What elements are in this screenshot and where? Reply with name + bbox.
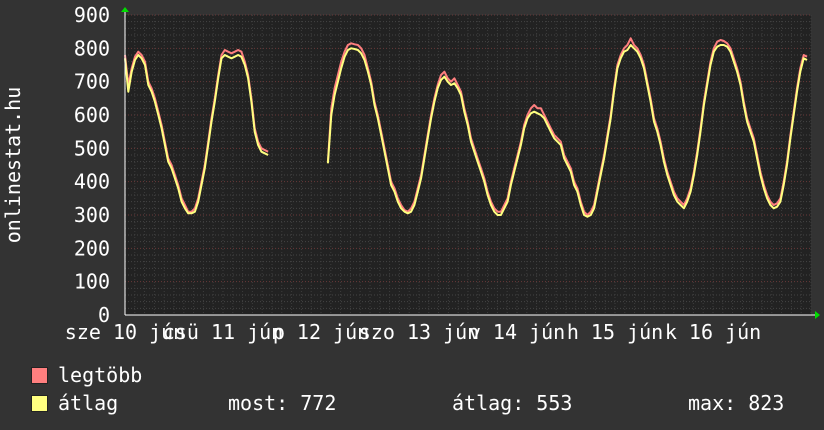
y-tick-label: 700 [74,70,110,94]
y-tick-labels: 0100200300400500600700800900 [74,3,110,327]
y-tick-label: 200 [74,236,110,260]
x-tick-label: v 14 jún [469,320,565,344]
legend-label-atlag: átlag [58,391,119,415]
x-tick-labels: sze 10 júncsü 11 júnp 12 júnszo 13 júnv … [65,320,761,344]
legend-label-legtobb: legtöbb [58,363,143,387]
legend-swatch-legtobb [31,367,48,384]
x-tick-label: csü 11 jún [163,320,283,344]
y-axis-arrow-icon [121,7,129,12]
y-axis-label: onlinestat.hu [1,87,25,244]
stat-average: átlag: 553 [452,391,573,415]
y-tick-label: 500 [74,136,110,160]
y-tick-label: 400 [74,170,110,194]
stat-max: max: 823 [688,391,785,415]
x-tick-label: szo 13 jún [359,320,479,344]
stat-current: most: 772 [228,391,337,415]
x-tick-label: k 16 jún [665,320,761,344]
x-axis-arrow-icon [815,311,820,319]
y-tick-label: 800 [74,36,110,60]
legend-swatch-atlag [31,395,48,412]
y-tick-label: 100 [74,270,110,294]
y-tick-label: 300 [74,203,110,227]
y-tick-label: 900 [74,3,110,27]
x-tick-label: p 12 jún [273,320,369,344]
y-tick-label: 600 [74,103,110,127]
x-tick-label: h 15 jún [567,320,663,344]
